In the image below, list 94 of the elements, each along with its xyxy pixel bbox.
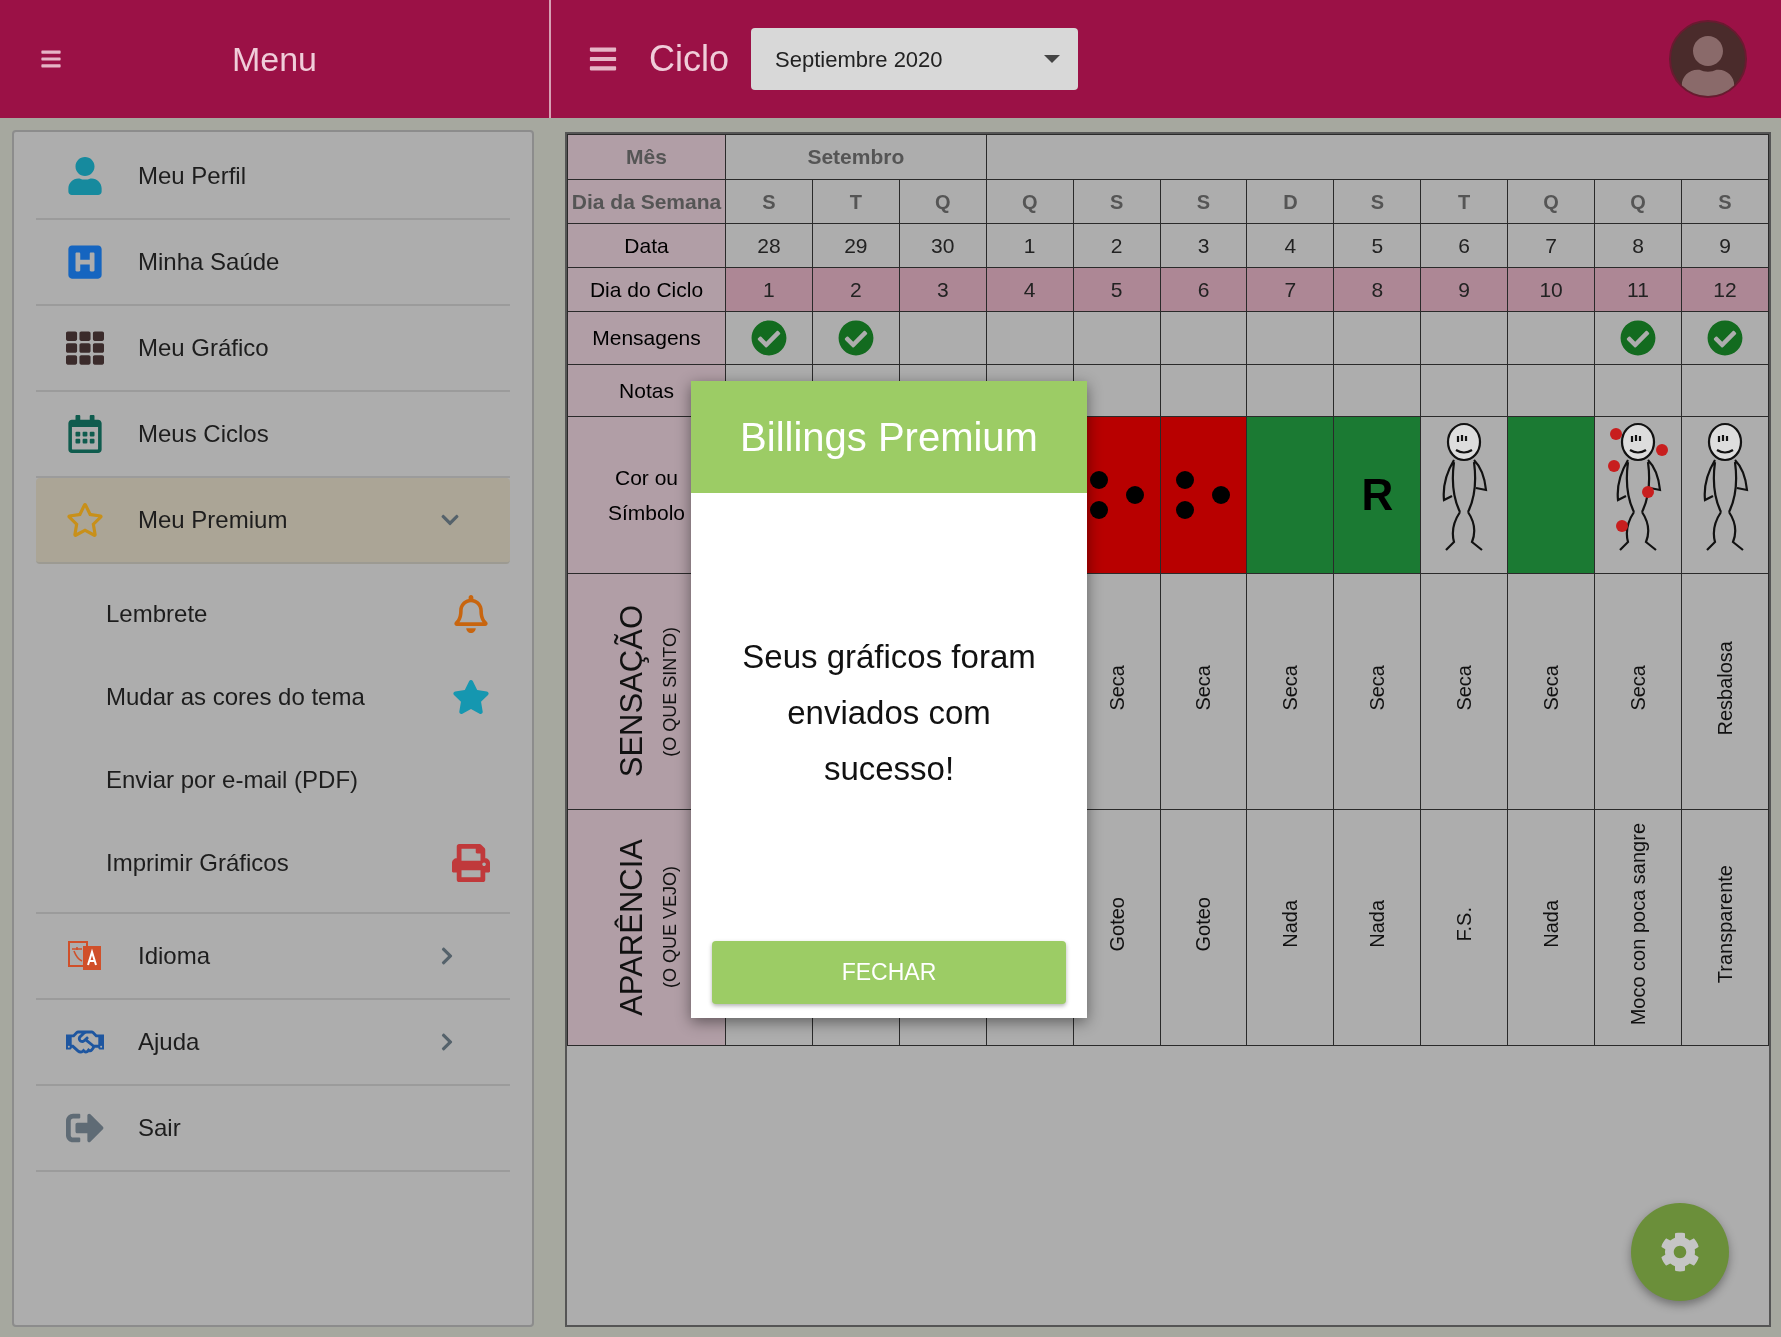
table-cell: 1 xyxy=(986,223,1074,268)
submenu-item[interactable]: Mudar as cores do tema xyxy=(36,655,510,738)
person-icon xyxy=(66,157,104,195)
table-cell: 4 xyxy=(1246,223,1334,268)
table-cell-text: Nada xyxy=(1278,900,1303,948)
table-cell: T xyxy=(812,179,900,224)
printer-icon xyxy=(452,843,490,882)
sidebar-title: Menu xyxy=(230,38,319,80)
row-label: Data xyxy=(567,223,726,268)
star-icon xyxy=(66,501,104,539)
hospital-icon xyxy=(66,243,104,281)
table-cell: 2 xyxy=(1073,223,1161,268)
person-icon xyxy=(1680,36,1736,96)
table-cell-text: Nada xyxy=(1365,900,1390,948)
table-cell-text: Seca xyxy=(1452,665,1477,711)
row-label: Dia da Semana xyxy=(567,179,726,224)
table-cell-text: Resbalosa xyxy=(1713,640,1737,736)
table-cell: 10 xyxy=(1507,267,1595,312)
row-label: Mensagens xyxy=(567,311,726,365)
month-cell: Setembro xyxy=(725,134,987,180)
period-select[interactable]: Septiembre 2020 xyxy=(751,28,1078,90)
menu-icon[interactable] xyxy=(40,48,62,70)
three-dots-icon xyxy=(1088,470,1145,520)
menu-item[interactable]: Idioma xyxy=(36,914,510,1000)
table-cell: S xyxy=(1333,179,1421,224)
table-cell: 5 xyxy=(1073,267,1161,312)
row-label: Cor ou Símbolo xyxy=(608,465,685,526)
table-cell: 29 xyxy=(812,223,900,268)
settings-icon xyxy=(1660,1232,1700,1272)
table-cell: 8 xyxy=(1594,223,1682,268)
table-cell: Q xyxy=(986,179,1074,224)
table-cell: 30 xyxy=(899,223,987,268)
dialog-message: Seus gráficos foram enviados com sucesso! xyxy=(741,637,1037,789)
row-sublabel: (O QUE SINTO) xyxy=(659,626,682,757)
page-title: Ciclo xyxy=(649,37,729,81)
table-cell: S xyxy=(725,179,813,224)
table-cell: 28 xyxy=(725,223,813,268)
dialog-title: Billings Premium xyxy=(740,414,1038,461)
menu-item[interactable]: Meu Premium xyxy=(36,478,510,564)
table-cell-text: Transparente xyxy=(1713,864,1737,984)
row-sublabel: (O QUE VEJO) xyxy=(659,866,682,989)
table-cell: S xyxy=(1160,179,1247,224)
table-cell-text: Seca xyxy=(1104,665,1129,711)
table-cell: Q xyxy=(1594,179,1682,224)
menu-item[interactable]: Meu Gráfico xyxy=(36,306,510,392)
bell-icon xyxy=(452,594,490,633)
grid-icon xyxy=(66,329,104,367)
table-cell: Q xyxy=(1507,179,1595,224)
calendar-icon xyxy=(66,415,104,453)
menu-item[interactable]: Minha Saúde xyxy=(36,220,510,306)
row-label: Dia do Ciclo xyxy=(567,267,726,312)
submenu-item[interactable]: Lembrete xyxy=(36,572,510,655)
table-cell-text: Nada xyxy=(1539,900,1564,948)
row-label: SENSAÇÃO xyxy=(612,605,650,778)
table-cell: 6 xyxy=(1160,267,1247,312)
three-dots-icon xyxy=(1175,470,1232,520)
table-cell: 5 xyxy=(1333,223,1421,268)
row-label: APARÊNCIA xyxy=(612,839,650,1016)
table-cell: 9 xyxy=(1681,223,1769,268)
symbol-letter: R xyxy=(1361,469,1394,521)
table-cell: Q xyxy=(899,179,987,224)
menu-item[interactable]: Sair xyxy=(36,1086,510,1172)
table-cell: 12 xyxy=(1681,267,1769,312)
table-cell: 2 xyxy=(812,267,900,312)
table-cell: S xyxy=(1073,179,1161,224)
table-cell-text: F.S. xyxy=(1452,906,1477,942)
table-cell: 7 xyxy=(1507,223,1595,268)
table-cell: 3 xyxy=(899,267,987,312)
table-cell-text: Goteo xyxy=(1104,896,1129,952)
row-label: Mês xyxy=(567,134,726,180)
table-cell: T xyxy=(1420,179,1508,224)
table-cell: 8 xyxy=(1333,267,1421,312)
table-cell: 11 xyxy=(1594,267,1682,312)
table-cell-text: Seca xyxy=(1539,665,1564,711)
table-cell-text: Seca xyxy=(1191,665,1216,711)
submenu-item[interactable]: Imprimir Gráficos xyxy=(36,821,510,904)
table-cell: 1 xyxy=(725,267,813,312)
menu-item[interactable]: Ajuda xyxy=(36,1000,510,1086)
star-icon xyxy=(452,677,490,716)
table-cell-text: Seca xyxy=(1365,665,1390,711)
submenu-item[interactable]: Enviar por e-mail (PDF) xyxy=(36,738,510,821)
table-cell: 4 xyxy=(986,267,1074,312)
table-cell: 7 xyxy=(1246,267,1334,312)
table-cell-text: Seca xyxy=(1626,665,1650,711)
table-cell-text: Goteo xyxy=(1191,896,1216,952)
table-cell: D xyxy=(1246,179,1334,224)
table-cell: 6 xyxy=(1420,223,1508,268)
table-cell: S xyxy=(1681,179,1769,224)
table-cell-text: Seca xyxy=(1278,665,1303,711)
table-cell-text: Moco con poca sangre xyxy=(1626,822,1650,1026)
table-cell: 9 xyxy=(1420,267,1508,312)
caret-icon xyxy=(1044,55,1060,63)
menu-item[interactable]: Meu Perfil xyxy=(36,134,510,220)
table-cell: 3 xyxy=(1160,223,1247,268)
